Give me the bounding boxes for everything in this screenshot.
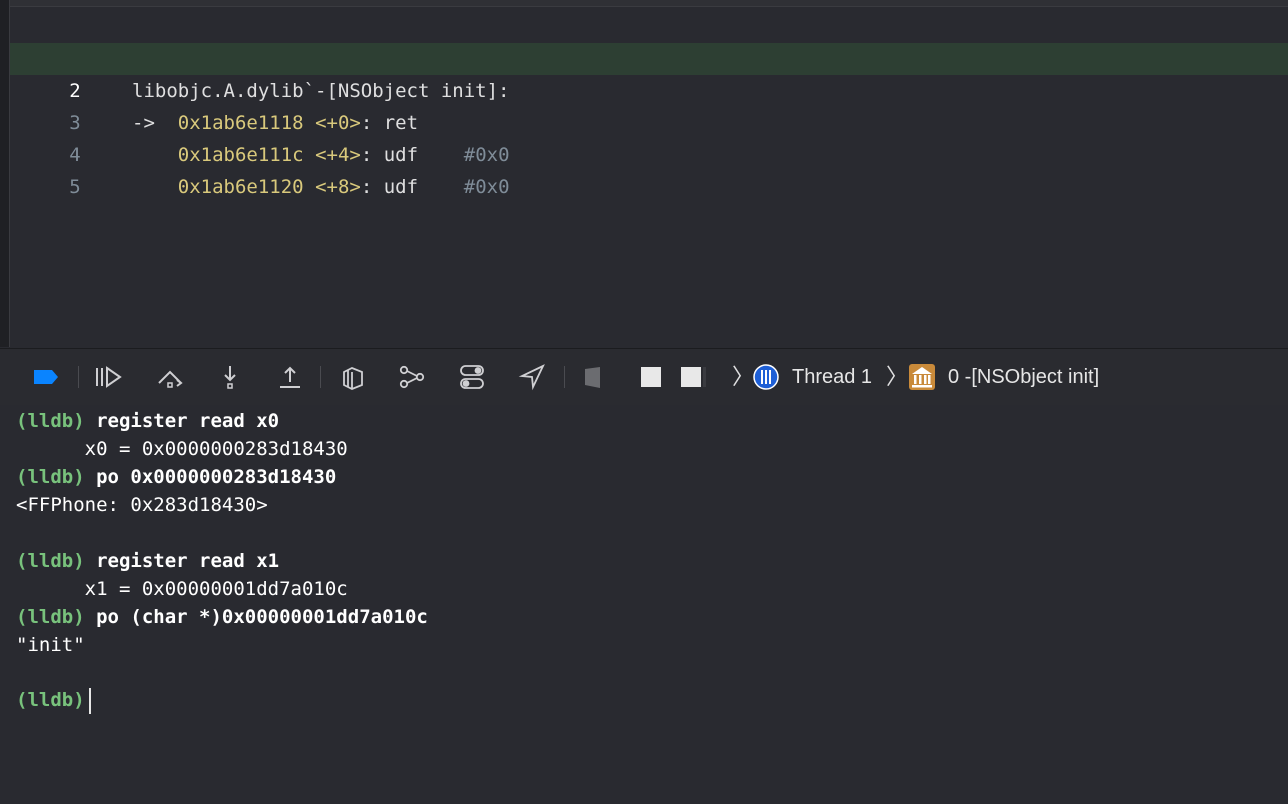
instruction-text: : udf — [360, 176, 419, 198]
lldb-prompt: (lldb) — [16, 410, 85, 432]
separator — [320, 366, 321, 388]
console-command: po 0x0000000283d18430 — [96, 466, 337, 488]
disassembly-editor[interactable]: 1 libobjc.A.dylib`-[NSObject init]: 2 ->… — [0, 0, 1288, 347]
line-number: 5 — [69, 176, 81, 198]
code-line-5[interactable]: 5 — [10, 139, 1288, 198]
lldb-prompt: (lldb) — [16, 606, 85, 628]
console-output: x1 = 0x00000001dd7a010c — [16, 578, 348, 600]
separator — [564, 366, 565, 388]
breadcrumb-chevron-icon: 〉 — [732, 364, 755, 389]
console-output: "init" — [16, 634, 85, 656]
step-over-icon[interactable] — [156, 363, 184, 391]
console-output: <FFPhone: 0x283d18430> — [16, 494, 268, 516]
console-line: (lldb) register read x0 — [16, 407, 279, 435]
lldb-prompt: (lldb) — [16, 689, 85, 711]
console-line: (lldb) register read x1 — [16, 547, 279, 575]
code-line-2-current[interactable]: 2 -> 0x1ab6e1118 <+0>: ret — [10, 43, 1288, 134]
lldb-prompt: (lldb) — [16, 466, 85, 488]
code-line-4[interactable]: 4 0x1ab6e1120 <+8>: udf #0x0 — [10, 107, 1288, 198]
environment-overrides-icon[interactable] — [458, 363, 486, 391]
step-out-icon[interactable] — [276, 363, 304, 391]
breadcrumb-frame[interactable]: 0 -[NSObject init] — [948, 363, 1099, 391]
breadcrumb-chevron-icon: 〉 — [886, 364, 909, 389]
breakpoints-toggle-icon[interactable] — [32, 363, 60, 391]
console-line: x0 = 0x0000000283d18430 — [16, 435, 348, 463]
instruction-offset: <+8> — [315, 176, 361, 198]
thread-icon[interactable] — [752, 363, 780, 391]
console-line: <FFPhone: 0x283d18430> — [16, 491, 268, 519]
console-input-line[interactable]: (lldb) — [16, 686, 91, 714]
console-command: register read x0 — [96, 410, 280, 432]
memory-graph-icon[interactable] — [398, 363, 426, 391]
app-scheme-icon[interactable] — [582, 363, 610, 391]
continue-icon[interactable] — [94, 363, 122, 391]
simulate-location-icon[interactable] — [518, 363, 546, 391]
instruction-address: 0x1ab6e1120 — [177, 176, 304, 198]
queue-icon[interactable] — [678, 363, 706, 391]
console-command: register read x1 — [96, 550, 280, 572]
console-line: (lldb) po (char *)0x00000001dd7a010c — [16, 603, 428, 631]
console-line: "init" — [16, 631, 85, 659]
lldb-prompt: (lldb) — [16, 550, 85, 572]
separator — [78, 366, 79, 388]
debug-bar: 〉 Thread 1 〉 0 -[NSObject init] — [0, 348, 1288, 406]
text-cursor — [88, 687, 91, 714]
console-line: x1 = 0x00000001dd7a010c — [16, 575, 348, 603]
frame-library-icon[interactable] — [908, 363, 936, 391]
editor-top-strip — [10, 0, 1288, 7]
instruction-operand: #0x0 — [463, 176, 510, 198]
step-into-icon[interactable] — [216, 363, 244, 391]
console-output: x0 = 0x0000000283d18430 — [16, 438, 348, 460]
console-command: po (char *)0x00000001dd7a010c — [96, 606, 428, 628]
code-line-3[interactable]: 3 0x1ab6e111c <+4>: udf #0x0 — [10, 75, 1288, 166]
code-line-1[interactable]: 1 libobjc.A.dylib`-[NSObject init]: — [10, 11, 1288, 102]
editor-left-border — [0, 0, 10, 347]
console-line: (lldb) po 0x0000000283d18430 — [16, 463, 336, 491]
lldb-console[interactable]: (lldb) register read x0 x0 = 0x000000028… — [0, 405, 1288, 804]
breadcrumb-thread[interactable]: Thread 1 — [792, 363, 872, 391]
process-icon[interactable] — [638, 363, 666, 391]
code-text: 0x1ab6e1120 <+8>: udf #0x0 — [132, 171, 510, 203]
view-hierarchy-icon[interactable] — [338, 363, 366, 391]
